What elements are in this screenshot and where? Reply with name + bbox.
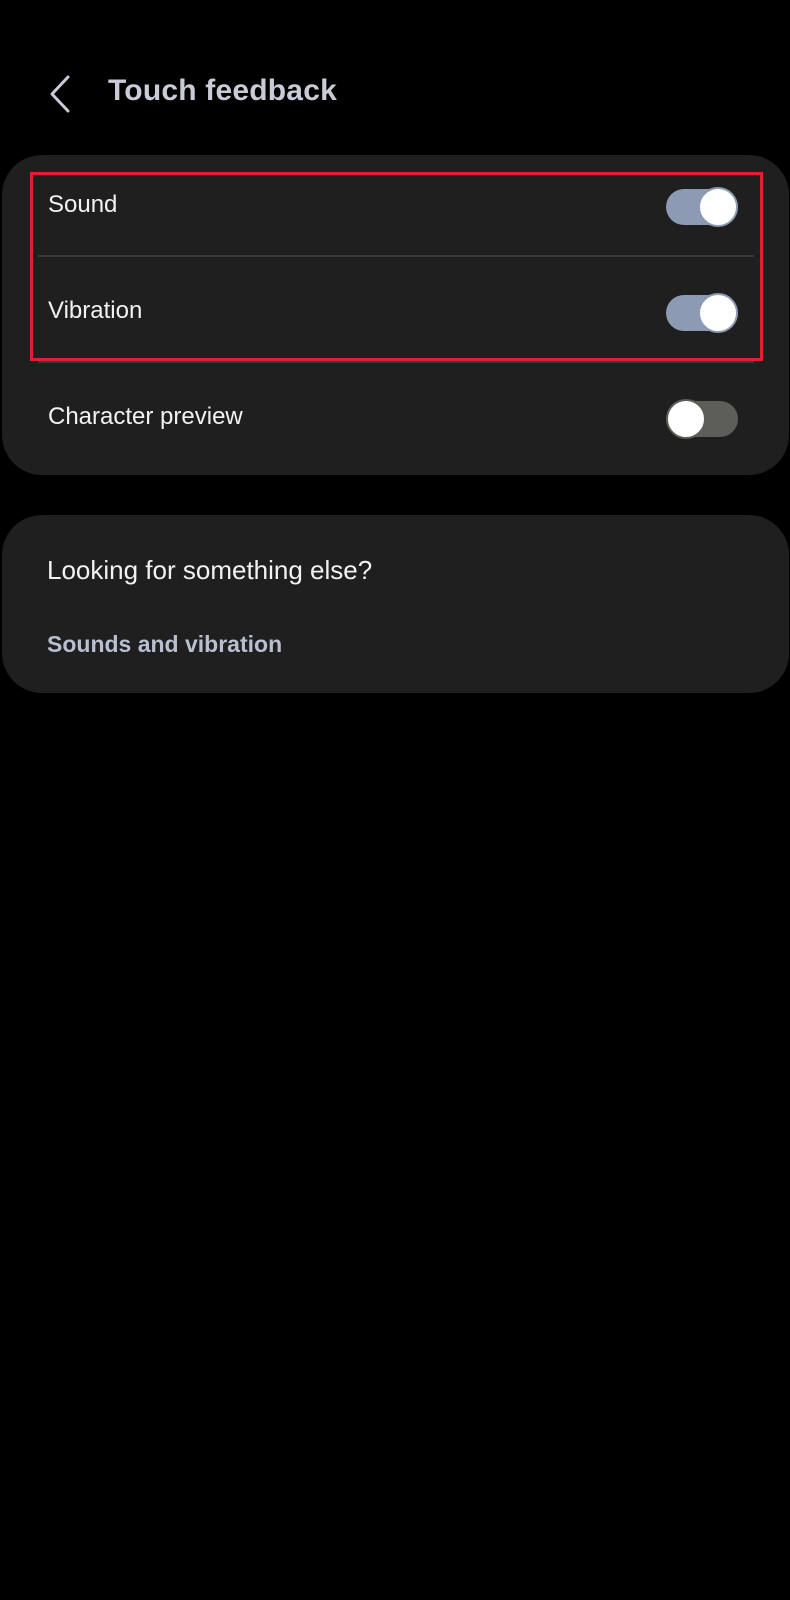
setting-row-character-preview[interactable]: Character preview — [38, 367, 754, 474]
vibration-toggle[interactable] — [666, 293, 738, 333]
chevron-left-icon — [50, 75, 70, 113]
setting-label-vibration: Vibration — [48, 297, 143, 324]
sounds-and-vibration-link[interactable]: Sounds and vibration — [47, 631, 282, 658]
back-button[interactable] — [30, 58, 90, 128]
divider — [38, 255, 754, 257]
character-preview-toggle[interactable] — [666, 399, 738, 439]
setting-label-character-preview: Character preview — [48, 403, 243, 430]
setting-row-sound[interactable]: Sound — [38, 155, 754, 262]
toggle-thumb — [698, 187, 738, 227]
divider — [38, 361, 754, 363]
setting-label-sound: Sound — [48, 191, 118, 218]
suggestions-card: Looking for something else? Sounds and v… — [2, 515, 789, 693]
sound-toggle[interactable] — [666, 187, 738, 227]
toggle-thumb — [698, 293, 738, 333]
toggle-thumb — [666, 399, 706, 439]
page-title: Touch feedback — [108, 74, 337, 107]
settings-card: Sound Vibration Character preview — [2, 155, 789, 475]
suggestions-title: Looking for something else? — [47, 555, 373, 585]
setting-row-vibration[interactable]: Vibration — [38, 261, 754, 368]
